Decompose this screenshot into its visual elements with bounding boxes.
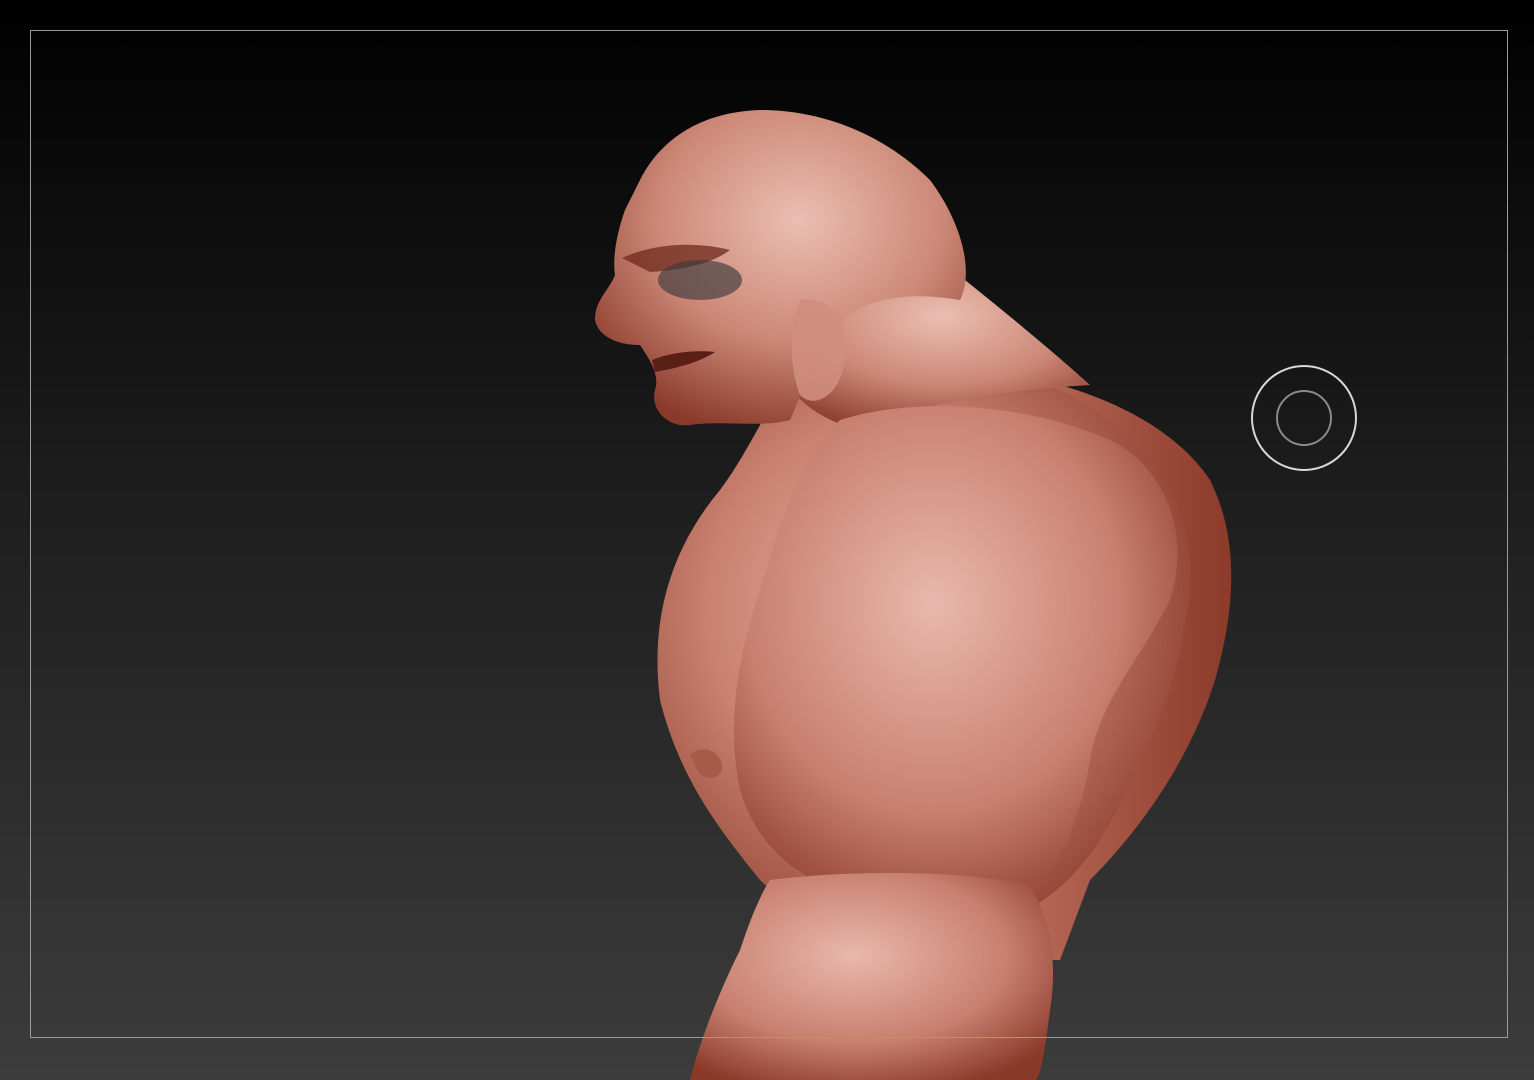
forearm bbox=[690, 873, 1054, 1080]
sculpt-model[interactable] bbox=[0, 0, 1534, 1080]
rotation-gizmo-icon[interactable] bbox=[1250, 364, 1358, 472]
eye-socket bbox=[658, 260, 742, 300]
canvas-viewport[interactable] bbox=[0, 0, 1534, 1080]
